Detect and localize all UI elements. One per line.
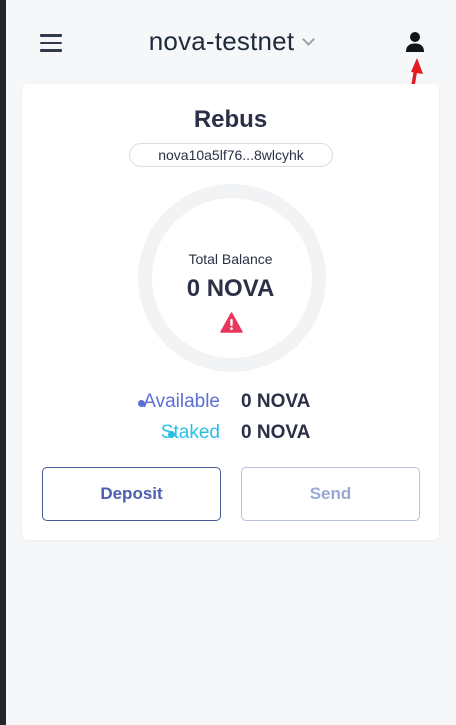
staked-label: Staked: [160, 422, 220, 443]
total-balance-value: 0 NOVA: [186, 275, 275, 302]
chevron-down-icon: [302, 33, 316, 46]
total-balance-label: Total Balance: [188, 251, 273, 267]
warning-triangle-icon[interactable]: [220, 312, 243, 333]
send-button[interactable]: Send: [241, 467, 420, 521]
user-icon[interactable]: [404, 31, 426, 53]
wallet-popup: nova-testnet Rebus nova10a5lf76...8wlcyh…: [6, 0, 456, 725]
available-label: Available: [143, 391, 220, 412]
staked-row: Staked 0 NOVA: [22, 422, 439, 444]
header: nova-testnet: [6, 0, 456, 84]
available-row: Available 0 NOVA: [22, 391, 439, 413]
network-selector[interactable]: nova-testnet: [6, 26, 456, 57]
balance-card: Rebus nova10a5lf76...8wlcyhk Total Balan…: [22, 84, 439, 540]
wallet-address[interactable]: nova10a5lf76...8wlcyhk: [129, 143, 333, 167]
network-name: nova-testnet: [148, 26, 295, 56]
staked-value: 0 NOVA: [241, 422, 311, 443]
available-value: 0 NOVA: [241, 391, 311, 412]
deposit-button[interactable]: Deposit: [42, 467, 221, 521]
wallet-name: Rebus: [193, 106, 268, 133]
